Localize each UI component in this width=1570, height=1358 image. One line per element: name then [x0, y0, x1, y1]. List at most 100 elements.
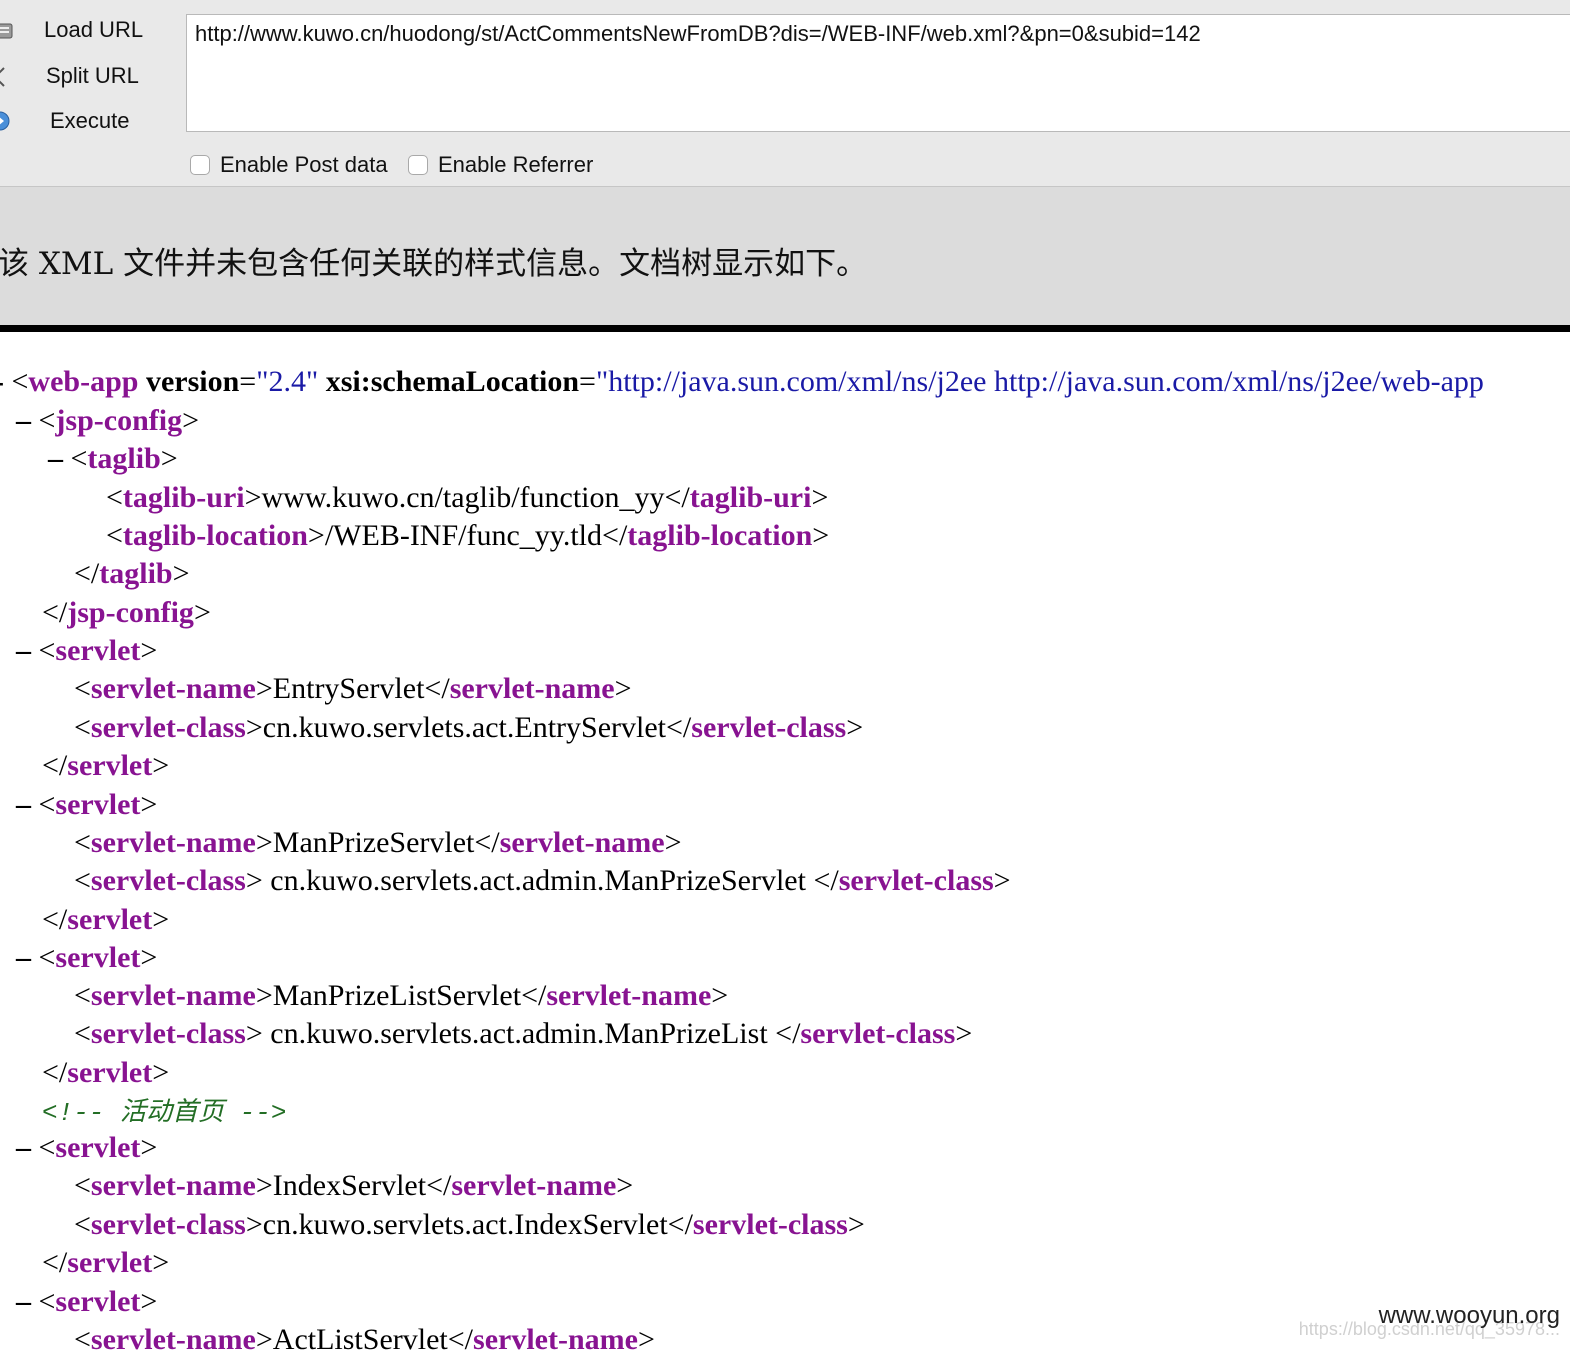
divider: [0, 325, 1570, 332]
tag-name: taglib-location: [627, 519, 813, 552]
xml-node-servlet-class: <servlet-class> cn.kuwo.servlets.act.adm…: [74, 864, 1011, 897]
servlet-name-value: ActListServlet: [272, 1323, 448, 1356]
servlet-class-value: cn.kuwo.servlets.act.admin.ManPrizeServl…: [262, 864, 814, 897]
tag-name: servlet-name: [546, 979, 712, 1012]
tag-name: servlet-name: [90, 1323, 256, 1356]
lt: <: [11, 365, 29, 398]
checkbox-box[interactable]: [408, 155, 428, 175]
xml-node-servlet-name: <servlet-name>ActListServlet</servlet-na…: [74, 1323, 655, 1356]
xml-close-servlet: </servlet>: [42, 749, 170, 782]
enable-post-data-label: Enable Post data: [220, 152, 388, 177]
tag-name: servlet-class: [90, 864, 246, 897]
tag-name: servlet-class: [90, 1017, 246, 1050]
attr-version-value: "2.4": [256, 365, 319, 398]
tag-name: servlet: [55, 634, 141, 667]
tag-name: servlet-name: [90, 826, 256, 859]
enable-referrer-checkbox[interactable]: Enable Referrer: [408, 152, 593, 178]
xml-node-servlet-name: <servlet-name>ManPrizeServlet</servlet-n…: [74, 826, 682, 859]
xml-node-servlet[interactable]: – <servlet>: [16, 1130, 157, 1166]
xml-node-servlet[interactable]: – <servlet>: [16, 1284, 157, 1320]
collapse-toggle[interactable]: –: [16, 634, 31, 667]
xml-close-jsp-config: </jsp-config>: [42, 596, 211, 629]
tag-name: servlet-name: [473, 1323, 638, 1356]
load-url-button[interactable]: Load URL: [0, 10, 180, 50]
tag-web-app: web-app: [28, 365, 139, 398]
split-url-button[interactable]: Split URL: [0, 56, 180, 96]
xml-root-line[interactable]: - <web-app version="2.4" xsi:schemaLocat…: [0, 364, 1484, 400]
collapse-toggle[interactable]: -: [0, 365, 4, 398]
tag-name: taglib-location: [122, 519, 308, 552]
collapse-toggle[interactable]: –: [16, 788, 31, 821]
tag-name: jsp-config: [67, 596, 194, 629]
xml-no-style-message: 该 XML 文件并未包含任何关联的样式信息。文档树显示如下。: [0, 246, 868, 282]
watermark: www.wooyun.org: [1378, 1302, 1560, 1329]
enable-referrer-label: Enable Referrer: [438, 152, 594, 177]
tag-name: servlet-name: [90, 672, 256, 705]
hackbar-toolbar: Load URL Split URL Execute http://www.ku…: [0, 0, 1570, 187]
tag-name: servlet: [67, 749, 153, 782]
tag-name: servlet-name: [90, 1169, 256, 1202]
execute-button[interactable]: Execute: [0, 101, 180, 141]
tag-name: servlet: [67, 903, 153, 936]
taglib-uri-value: www.kuwo.cn/taglib/function_yy: [261, 481, 665, 514]
execute-label: Execute: [50, 108, 130, 133]
split-url-icon: [0, 67, 5, 87]
tag-name: servlet-class: [800, 1017, 956, 1050]
load-url-label: Load URL: [44, 17, 144, 42]
url-textarea[interactable]: http://www.kuwo.cn/huodong/st/ActComment…: [186, 14, 1570, 132]
tag-name: servlet: [55, 788, 141, 821]
attr-version: version: [145, 365, 240, 398]
servlet-class-value: cn.kuwo.servlets.act.EntryServlet: [262, 711, 666, 744]
split-url-label: Split URL: [46, 63, 139, 88]
xml-node-taglib-uri: <taglib-uri>www.kuwo.cn/taglib/function_…: [106, 481, 829, 514]
collapse-toggle[interactable]: –: [16, 1131, 31, 1164]
collapse-toggle[interactable]: –: [16, 1285, 31, 1318]
tag-name: taglib: [87, 442, 161, 475]
tag-name: taglib-uri: [689, 481, 812, 514]
servlet-name-value: ManPrizeListServlet: [272, 979, 522, 1012]
servlet-name-value: ManPrizeServlet: [272, 826, 475, 859]
tag-name: servlet-name: [449, 672, 615, 705]
tag-name: servlet-class: [90, 711, 246, 744]
tag-name: servlet-name: [90, 979, 256, 1012]
xml-node-servlet-class: <servlet-class> cn.kuwo.servlets.act.adm…: [74, 1017, 973, 1050]
tag-name: servlet: [55, 1131, 141, 1164]
tag-name: servlet-name: [499, 826, 665, 859]
xml-node-servlet[interactable]: – <servlet>: [16, 787, 157, 823]
xml-close-servlet: </servlet>: [42, 903, 170, 936]
xml-node-servlet-class: <servlet-class>cn.kuwo.servlets.act.Entr…: [74, 711, 864, 744]
tag-name: servlet-name: [451, 1169, 617, 1202]
xml-close-servlet: </servlet>: [42, 1056, 170, 1089]
execute-icon: [0, 111, 10, 131]
xml-node-taglib[interactable]: – <taglib>: [48, 441, 178, 477]
tag-name: servlet-class: [691, 711, 847, 744]
xml-node-servlet-name: <servlet-name>IndexServlet</servlet-name…: [74, 1169, 634, 1202]
checkbox-box[interactable]: [190, 155, 210, 175]
tag-name: servlet-class: [838, 864, 994, 897]
servlet-name-value: IndexServlet: [272, 1169, 427, 1202]
servlet-class-value: cn.kuwo.servlets.act.IndexServlet: [262, 1208, 668, 1241]
tag-name: taglib: [99, 557, 173, 590]
attr-schema-location: xsi:schemaLocation: [325, 365, 580, 398]
tag-name: servlet: [67, 1246, 153, 1279]
servlet-name-value: EntryServlet: [272, 672, 425, 705]
xml-node-servlet-name: <servlet-name>EntryServlet</servlet-name…: [74, 672, 632, 705]
attr-schema-location-value: "http://java.sun.com/xml/ns/j2ee http://…: [595, 365, 1484, 398]
xml-node-servlet[interactable]: – <servlet>: [16, 633, 157, 669]
collapse-toggle[interactable]: –: [16, 404, 31, 437]
collapse-toggle[interactable]: –: [48, 442, 63, 475]
collapse-toggle[interactable]: –: [16, 941, 31, 974]
tag-name: servlet: [55, 941, 141, 974]
load-url-icon: [0, 23, 13, 39]
xml-comment: <!-- 活动首页 -->: [42, 1098, 287, 1128]
xml-node-servlet[interactable]: – <servlet>: [16, 940, 157, 976]
servlet-class-value: cn.kuwo.servlets.act.admin.ManPrizeList: [262, 1017, 776, 1050]
xml-node-jsp-config[interactable]: – <jsp-config>: [16, 403, 199, 439]
tag-name: servlet-class: [692, 1208, 848, 1241]
xml-node-servlet-class: <servlet-class>cn.kuwo.servlets.act.Inde…: [74, 1208, 865, 1241]
xml-node-servlet-name: <servlet-name>ManPrizeListServlet</servl…: [74, 979, 729, 1012]
enable-post-data-checkbox[interactable]: Enable Post data: [190, 152, 388, 178]
xml-close-servlet: </servlet>: [42, 1246, 170, 1279]
xml-close-taglib: </taglib>: [74, 557, 190, 590]
tag-name: servlet: [55, 1285, 141, 1318]
